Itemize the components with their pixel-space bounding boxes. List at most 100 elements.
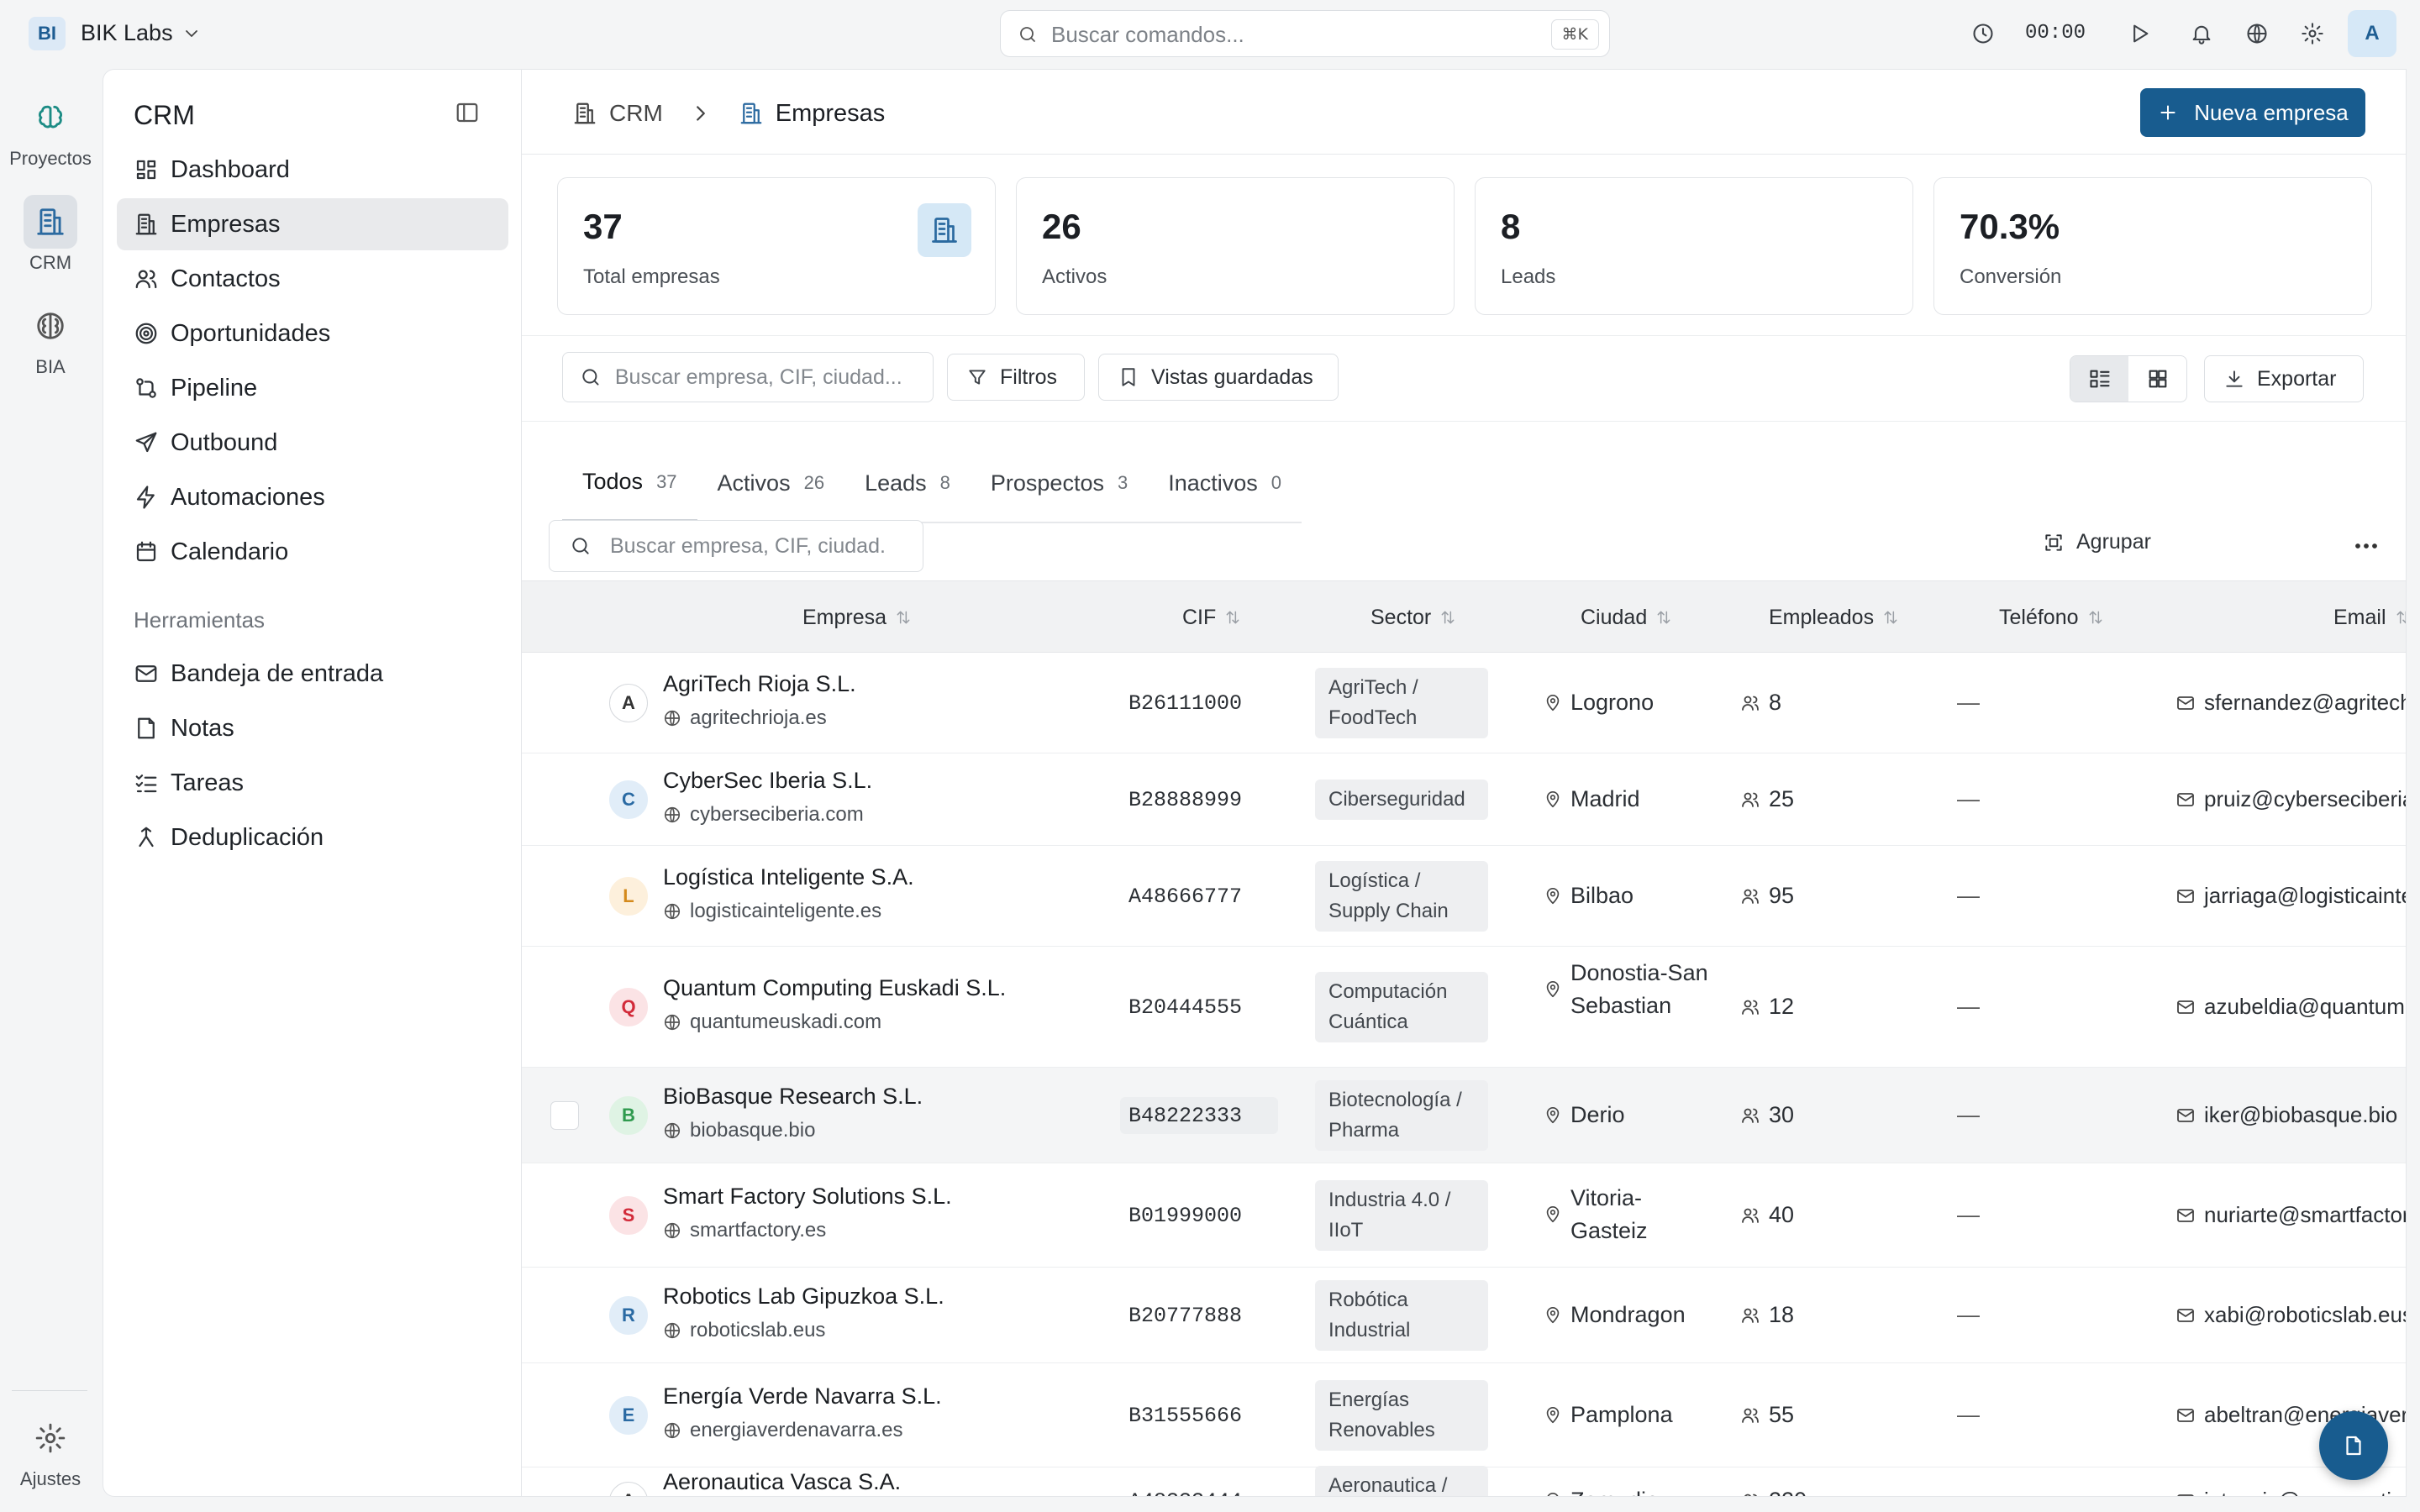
group-button[interactable]: Agrupar: [2043, 530, 2151, 554]
floating-action-button[interactable]: [2319, 1411, 2388, 1480]
company-name[interactable]: Robotics Lab Gipuzkoa S.L.: [663, 1284, 944, 1310]
company-name[interactable]: Smart Factory Solutions S.L.: [663, 1184, 952, 1210]
gear-icon: [34, 1422, 66, 1454]
company-website[interactable]: cyberseciberia.com: [663, 803, 864, 827]
sidebar-item-dashboard[interactable]: Dashboard: [117, 144, 508, 196]
company-name[interactable]: CyberSec Iberia S.L.: [663, 768, 872, 794]
table-row[interactable]: L Logística Inteligente S.A. logisticain…: [522, 846, 2406, 947]
company-website[interactable]: quantumeuskadi.com: [663, 1011, 881, 1034]
employees-text: 25: [1769, 786, 1795, 811]
company-email[interactable]: sfernandez@agritechrioja.es: [2175, 690, 2406, 716]
company-name[interactable]: Logística Inteligente S.A.: [663, 864, 914, 890]
export-button[interactable]: Exportar: [2204, 355, 2364, 402]
bell-icon[interactable]: [2190, 22, 2213, 45]
column-email[interactable]: Email: [2333, 581, 2406, 654]
sidebar-item-tareas[interactable]: Tareas: [117, 757, 508, 809]
play-icon[interactable]: [2128, 22, 2151, 45]
column-label: Sector: [1370, 605, 1432, 629]
clock-icon[interactable]: [1971, 22, 1995, 45]
tab-prospectos[interactable]: Prospectos 3: [971, 444, 1148, 522]
company-email[interactable]: pruiz@cyberseciberia.com: [2175, 786, 2406, 812]
company-email[interactable]: jetxaniz@aeronauticavasca.es: [2175, 1488, 2406, 1496]
table-row[interactable]: B BioBasque Research S.L. biobasque.bio …: [522, 1068, 2406, 1163]
company-name[interactable]: Energía Verde Navarra S.L.: [663, 1383, 942, 1410]
sidebar-item-bandeja[interactable]: Bandeja de entrada: [117, 648, 508, 700]
company-avatar: R: [609, 1296, 648, 1335]
workspace-badge[interactable]: BI: [29, 17, 66, 50]
rail-label: Proyectos: [9, 148, 92, 169]
table-row[interactable]: C CyberSec Iberia S.L. cyberseciberia.co…: [522, 753, 2406, 846]
chevron-down-icon[interactable]: [182, 24, 202, 44]
sidebar-item-empresas[interactable]: Empresas: [117, 198, 508, 250]
company-website[interactable]: roboticslab.eus: [663, 1319, 825, 1342]
user-avatar[interactable]: A: [2348, 10, 2396, 57]
sort-icon: [1439, 609, 1456, 626]
rail-item-ajustes[interactable]: Ajustes: [0, 1411, 101, 1490]
city-text: Bilbao: [1570, 883, 1634, 908]
rail-item-proyectos[interactable]: Proyectos: [0, 91, 101, 170]
column-sector[interactable]: Sector: [1370, 581, 1456, 654]
breadcrumb-crm[interactable]: CRM: [609, 100, 663, 127]
sidebar-item-outbound[interactable]: Outbound: [117, 417, 508, 469]
sidebar-item-notas[interactable]: Notas: [117, 702, 508, 754]
map-pin-icon: [1544, 1306, 1562, 1325]
table-row[interactable]: Q Quantum Computing Euskadi S.L. quantum…: [522, 947, 2406, 1068]
company-avatar: A: [609, 1482, 648, 1496]
sidebar-toggle-icon[interactable]: [455, 100, 480, 125]
company-email[interactable]: jarriaga@logisticainteligente.es: [2175, 883, 2406, 909]
company-search[interactable]: [562, 352, 934, 402]
gear-icon[interactable]: [2301, 22, 2324, 45]
column-telefono[interactable]: Teléfono: [1999, 581, 2104, 654]
list-view-button[interactable]: [2070, 356, 2128, 402]
sidebar-item-oportunidades[interactable]: Oportunidades: [117, 307, 508, 360]
sidebar-item-deduplicacion[interactable]: Deduplicación: [117, 811, 508, 864]
workspace-name[interactable]: BIK Labs: [81, 20, 173, 46]
sidebar-item-label: Bandeja de entrada: [171, 659, 384, 687]
company-name[interactable]: BioBasque Research S.L.: [663, 1084, 923, 1110]
column-empresa[interactable]: Empresa: [802, 581, 912, 654]
sidebar-item-pipeline[interactable]: Pipeline: [117, 362, 508, 414]
saved-views-button[interactable]: Vistas guardadas: [1098, 354, 1339, 401]
tab-activos[interactable]: Activos 26: [697, 444, 845, 522]
globe-icon[interactable]: [2245, 22, 2269, 45]
tab-todos[interactable]: Todos 37: [562, 444, 697, 522]
company-email[interactable]: azubeldia@quantumeuskadi.com: [2175, 994, 2406, 1020]
rail-item-bia[interactable]: BIA: [0, 299, 101, 378]
rail-item-crm[interactable]: CRM: [0, 195, 101, 274]
company-email[interactable]: iker@biobasque.bio: [2175, 1102, 2397, 1128]
company-website[interactable]: smartfactory.es: [663, 1219, 826, 1242]
filters-button[interactable]: Filtros: [947, 354, 1085, 401]
table-row[interactable]: E Energía Verde Navarra S.L. energiaverd…: [522, 1363, 2406, 1467]
command-search[interactable]: ⌘K: [1000, 10, 1610, 57]
table-row[interactable]: S Smart Factory Solutions S.L. smartfact…: [522, 1163, 2406, 1268]
company-email[interactable]: nuriarte@smartfactory.es: [2175, 1202, 2406, 1228]
table-row[interactable]: A Aeronautica Vasca S.A. aeronauticavasc…: [522, 1466, 2406, 1496]
table-row[interactable]: R Robotics Lab Gipuzkoa S.L. roboticslab…: [522, 1268, 2406, 1363]
company-website[interactable]: agritechrioja.es: [663, 706, 827, 730]
table-row[interactable]: A AgriTech Rioja S.L. agritechrioja.es B…: [522, 653, 2406, 753]
grid-view-button[interactable]: [2128, 356, 2186, 402]
company-email[interactable]: xabi@roboticslab.eus: [2175, 1302, 2406, 1328]
company-name[interactable]: Aeronautica Vasca S.A.: [663, 1469, 901, 1495]
column-empleados[interactable]: Empleados: [1769, 581, 1899, 654]
company-cif: B20777888: [1128, 1303, 1243, 1328]
company-website[interactable]: logisticainteligente.es: [663, 900, 881, 923]
company-search-input[interactable]: [614, 365, 933, 390]
more-icon[interactable]: [2354, 540, 2379, 552]
company-website[interactable]: energiaverdenavarra.es: [663, 1419, 903, 1442]
table-search-input[interactable]: [610, 533, 887, 559]
tab-leads[interactable]: Leads 8: [844, 444, 971, 522]
table-search[interactable]: [549, 520, 923, 572]
tab-inactivos[interactable]: Inactivos 0: [1148, 444, 1302, 522]
sidebar-item-automaciones[interactable]: Automaciones: [117, 471, 508, 523]
new-company-button[interactable]: Nueva empresa: [2140, 88, 2365, 137]
command-search-input[interactable]: [1051, 21, 1522, 48]
company-website[interactable]: biobasque.bio: [663, 1119, 815, 1142]
column-ciudad[interactable]: Ciudad: [1581, 581, 1672, 654]
row-checkbox[interactable]: [550, 1101, 579, 1130]
column-cif[interactable]: CIF: [1182, 581, 1241, 654]
sidebar-item-contactos[interactable]: Contactos: [117, 253, 508, 305]
company-name[interactable]: Quantum Computing Euskadi S.L.: [663, 975, 1006, 1001]
company-name[interactable]: AgriTech Rioja S.L.: [663, 671, 856, 697]
sidebar-item-calendario[interactable]: Calendario: [117, 526, 508, 578]
